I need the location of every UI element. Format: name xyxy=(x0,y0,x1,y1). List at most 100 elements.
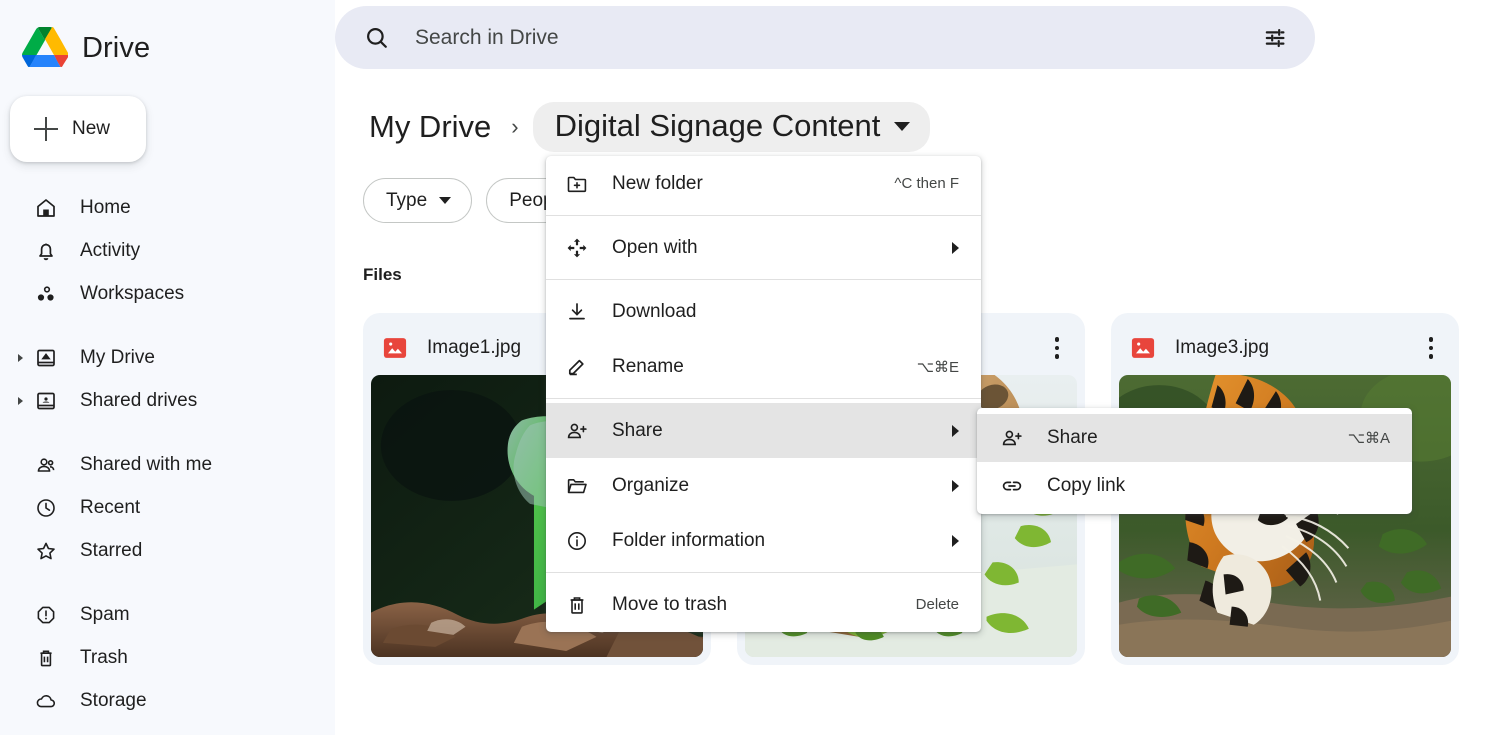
menu-item-label: Organize xyxy=(612,475,930,497)
sidebar-group-views: Shared with me Recent Starred xyxy=(0,443,335,572)
shared-drives-icon xyxy=(34,389,58,413)
submenu-arrow-icon xyxy=(952,535,959,547)
sidebar-item-label: Starred xyxy=(80,540,142,562)
trash-icon xyxy=(34,646,58,670)
section-title-files: Files xyxy=(363,265,402,285)
sidebar-item-workspaces[interactable]: Workspaces xyxy=(0,272,335,315)
file-card-name: Image3.jpg xyxy=(1175,337,1399,359)
sidebar-item-label: Home xyxy=(80,197,131,219)
brand[interactable]: Drive xyxy=(0,0,335,78)
sidebar-item-label: Spam xyxy=(80,604,130,626)
drive-app-window: Drive New Home Activity xyxy=(0,0,1500,735)
rename-icon xyxy=(564,354,590,380)
google-drive-logo-icon xyxy=(22,27,68,69)
image-file-icon xyxy=(381,334,409,362)
sidebar-nav: Home Activity Workspaces xyxy=(0,186,335,722)
sidebar-item-shared-drives[interactable]: Shared drives xyxy=(0,379,335,422)
new-button[interactable]: New xyxy=(10,96,146,162)
search-icon xyxy=(363,24,391,52)
home-icon xyxy=(34,196,58,220)
image-file-icon xyxy=(1129,334,1157,362)
sidebar: Drive New Home Activity xyxy=(0,0,335,735)
share-submenu: Share ⌥⌘A Copy link xyxy=(977,408,1412,514)
sidebar-item-activity[interactable]: Activity xyxy=(0,229,335,272)
chevron-down-icon xyxy=(894,122,910,131)
menu-item-move-to-trash[interactable]: Move to trash Delete xyxy=(546,577,981,632)
people-icon xyxy=(34,453,58,477)
workspaces-icon xyxy=(34,282,58,306)
sidebar-item-recent[interactable]: Recent xyxy=(0,486,335,529)
breadcrumb: My Drive › Digital Signage Content xyxy=(363,102,930,152)
sidebar-divider xyxy=(0,572,335,593)
sidebar-item-starred[interactable]: Starred xyxy=(0,529,335,572)
sidebar-item-storage[interactable]: Storage xyxy=(0,679,335,722)
submenu-item-label: Share xyxy=(1047,427,1326,449)
file-card-more-button[interactable] xyxy=(1417,334,1445,362)
menu-divider xyxy=(546,215,981,216)
bell-icon xyxy=(34,239,58,263)
chevron-right-icon[interactable] xyxy=(18,354,23,362)
menu-item-open-with[interactable]: Open with xyxy=(546,220,981,275)
breadcrumb-root[interactable]: My Drive xyxy=(363,107,497,147)
submenu-item-copy-link[interactable]: Copy link xyxy=(977,462,1412,510)
submenu-arrow-icon xyxy=(952,480,959,492)
breadcrumb-current-folder[interactable]: Digital Signage Content xyxy=(533,102,931,152)
clock-icon xyxy=(34,496,58,520)
my-drive-icon xyxy=(34,346,58,370)
chevron-right-icon[interactable] xyxy=(18,397,23,405)
sidebar-item-label: Shared drives xyxy=(80,390,197,412)
menu-item-download[interactable]: Download xyxy=(546,284,981,339)
tune-icon[interactable] xyxy=(1261,24,1289,52)
menu-item-folder-information[interactable]: Folder information xyxy=(546,513,981,568)
info-icon xyxy=(564,528,590,554)
star-icon xyxy=(34,539,58,563)
sidebar-item-trash[interactable]: Trash xyxy=(0,636,335,679)
submenu-item-share[interactable]: Share ⌥⌘A xyxy=(977,414,1412,462)
breadcrumb-current-label: Digital Signage Content xyxy=(555,108,881,144)
menu-item-label: Download xyxy=(612,301,937,323)
sidebar-group-primary: Home Activity Workspaces xyxy=(0,186,335,315)
search-input[interactable] xyxy=(391,26,1261,50)
filter-chip-label: Type xyxy=(386,190,427,212)
menu-item-label: Rename xyxy=(612,356,895,378)
folder-context-menu: New folder ^C then F Open with Download … xyxy=(546,156,981,632)
menu-item-label: Folder information xyxy=(612,530,930,552)
sidebar-item-spam[interactable]: Spam xyxy=(0,593,335,636)
share-person-icon xyxy=(564,418,590,444)
share-person-icon xyxy=(999,425,1025,451)
menu-divider xyxy=(546,279,981,280)
sidebar-item-my-drive[interactable]: My Drive xyxy=(0,336,335,379)
spam-icon xyxy=(34,603,58,627)
search-bar[interactable] xyxy=(335,6,1315,69)
menu-item-share[interactable]: Share xyxy=(546,403,981,458)
file-card-header: Image3.jpg xyxy=(1119,321,1451,375)
sidebar-item-label: Activity xyxy=(80,240,140,262)
sidebar-item-label: Workspaces xyxy=(80,283,184,305)
menu-item-new-folder[interactable]: New folder ^C then F xyxy=(546,156,981,211)
sidebar-divider xyxy=(0,422,335,443)
download-icon xyxy=(564,299,590,325)
sidebar-item-label: Trash xyxy=(80,647,128,669)
menu-item-organize[interactable]: Organize xyxy=(546,458,981,513)
menu-item-label: Move to trash xyxy=(612,594,894,616)
cloud-icon xyxy=(34,689,58,713)
new-button-label: New xyxy=(72,118,110,140)
sidebar-group-drives: My Drive Shared drives xyxy=(0,336,335,422)
sidebar-item-label: Storage xyxy=(80,690,147,712)
menu-item-rename[interactable]: Rename ⌥⌘E xyxy=(546,339,981,394)
menu-divider xyxy=(546,572,981,573)
sidebar-item-label: Recent xyxy=(80,497,140,519)
menu-item-shortcut: ^C then F xyxy=(894,175,959,192)
filter-chip-type[interactable]: Type xyxy=(363,178,472,223)
breadcrumb-separator: › xyxy=(511,114,518,140)
menu-item-label: Open with xyxy=(612,237,930,259)
sidebar-item-label: Shared with me xyxy=(80,454,212,476)
new-folder-icon xyxy=(564,171,590,197)
sidebar-item-home[interactable]: Home xyxy=(0,186,335,229)
menu-item-shortcut: Delete xyxy=(916,596,959,613)
sidebar-item-shared-with-me[interactable]: Shared with me xyxy=(0,443,335,486)
file-card-more-button[interactable] xyxy=(1043,334,1071,362)
menu-divider xyxy=(546,398,981,399)
brand-name: Drive xyxy=(82,32,150,65)
menu-item-shortcut: ⌥⌘E xyxy=(917,358,959,376)
